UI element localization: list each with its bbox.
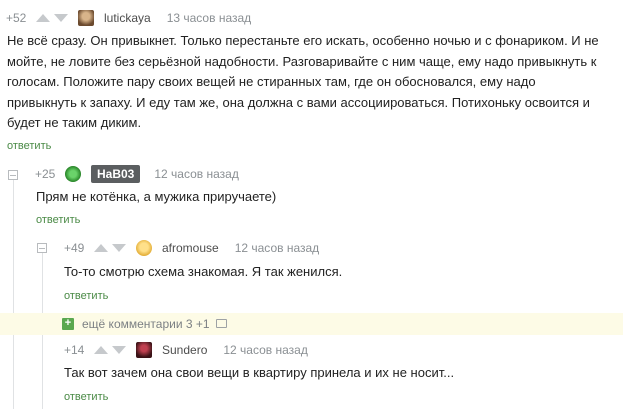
comment-line: То-то смотрю схема знакомая. Я так женил… xyxy=(64,264,343,279)
username[interactable]: Sundero xyxy=(162,343,207,357)
upvote-icon[interactable] xyxy=(36,14,50,22)
more-comments-link[interactable]: ещё комментарии 3 +1 xyxy=(82,317,210,331)
comment-line: Так вот зачем она свои вещи в квартиру п… xyxy=(64,365,455,380)
comment-header: +25 НаВ03 12 часов назад xyxy=(35,164,239,184)
reply-link[interactable]: ответить xyxy=(7,140,51,152)
avatar[interactable] xyxy=(78,10,94,26)
comment-text: Прям не котёнка, а мужика приручаете) xyxy=(36,187,276,208)
comment-line: будет не таким диким. xyxy=(7,115,142,130)
username[interactable]: НаВ03 xyxy=(91,165,141,183)
reply-link[interactable]: ответить xyxy=(64,290,108,302)
downvote-icon[interactable] xyxy=(112,346,126,354)
comment-header: +14 Sundero 12 часов назад xyxy=(64,340,308,360)
comment-line: Не всё сразу. Он привыкнет. Только перес… xyxy=(7,33,599,48)
comment-text: Так вот зачем она свои вещи в квартиру п… xyxy=(64,363,454,384)
collapse-toggle[interactable] xyxy=(8,170,18,180)
comment-header: +49 afromouse 12 часов назад xyxy=(64,238,319,258)
vote-controls xyxy=(94,346,130,354)
upvote-icon[interactable] xyxy=(94,244,108,252)
comment-icon xyxy=(216,319,227,328)
username[interactable]: afromouse xyxy=(162,241,219,255)
downvote-icon[interactable] xyxy=(54,14,68,22)
comment-rating: +49 xyxy=(64,241,85,255)
comment-text: То-то смотрю схема знакомая. Я так женил… xyxy=(64,262,342,283)
timestamp[interactable]: 12 часов назад xyxy=(235,241,319,255)
reply-link[interactable]: ответить xyxy=(36,214,80,226)
reply-link[interactable]: ответить xyxy=(64,391,108,403)
timestamp[interactable]: 12 часов назад xyxy=(154,167,238,181)
comment-rating: +14 xyxy=(64,343,85,357)
avatar[interactable] xyxy=(65,166,81,182)
comment-rating: +52 xyxy=(6,11,27,25)
upvote-icon[interactable] xyxy=(94,346,108,354)
thread-line xyxy=(13,178,14,409)
comment-line: голосам. Положите пару своих вещей не ст… xyxy=(7,74,536,89)
vote-controls xyxy=(94,244,130,252)
timestamp[interactable]: 12 часов назад xyxy=(223,343,307,357)
avatar[interactable] xyxy=(136,342,152,358)
comment-header: +52 lutickaya 13 часов назад xyxy=(6,8,251,28)
comment-rating: +25 xyxy=(35,167,56,181)
comment-line: мойте, не ловите без серьёзной надобност… xyxy=(7,53,597,69)
vote-controls xyxy=(36,14,72,22)
username[interactable]: lutickaya xyxy=(104,11,151,25)
avatar[interactable] xyxy=(136,240,152,256)
comment-line: привыкнуть к запаху. И еду там же, она д… xyxy=(7,94,590,110)
plus-icon[interactable]: + xyxy=(62,318,74,330)
collapse-toggle[interactable] xyxy=(37,243,47,253)
comment-text: Не всё сразу. Он привыкнет. Только перес… xyxy=(7,31,599,134)
timestamp[interactable]: 13 часов назад xyxy=(167,11,251,25)
downvote-icon[interactable] xyxy=(112,244,126,252)
comment-line: Прям не котёнка, а мужика приручаете) xyxy=(36,189,277,204)
